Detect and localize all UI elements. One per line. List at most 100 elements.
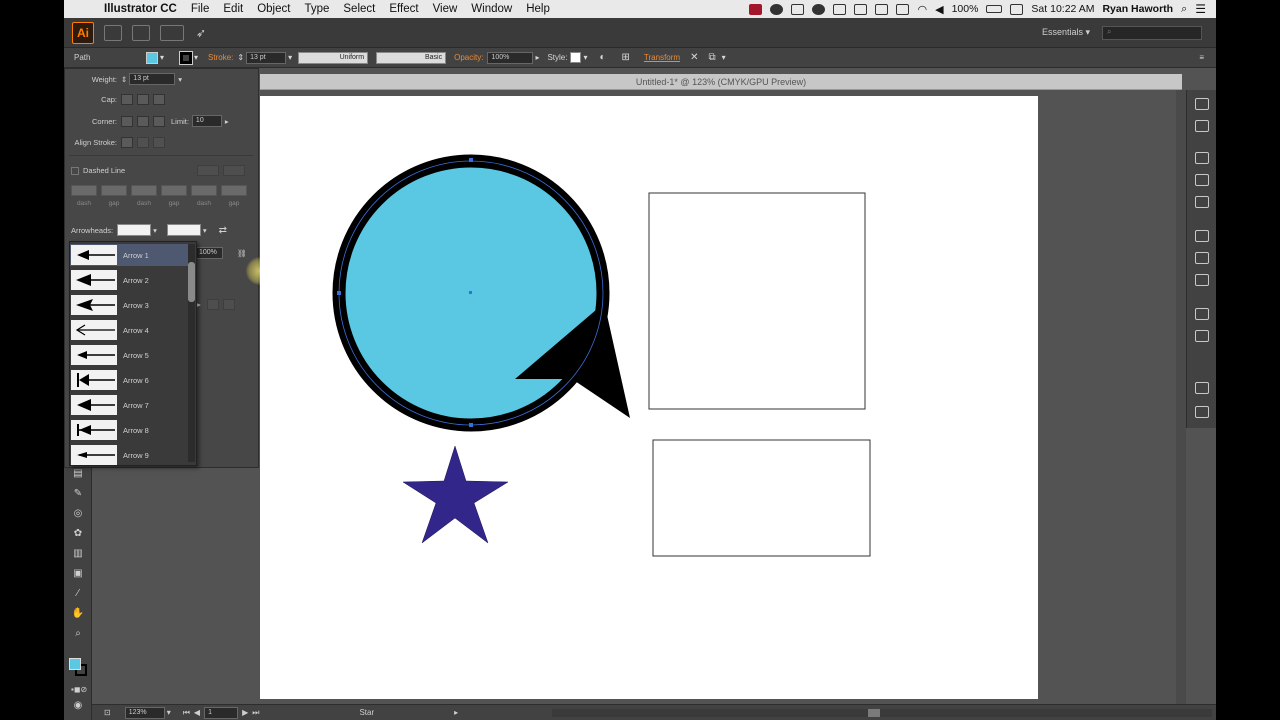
clock[interactable]: Sat 10:22 AM [1031,3,1094,15]
blend-tool-icon[interactable]: ◎ [71,508,85,520]
menu-file[interactable]: File [191,3,210,15]
chevron-right-icon[interactable]: ▸ [454,708,458,717]
eyedropper-tool-icon[interactable]: ✎ [71,488,85,500]
menu-view[interactable]: View [433,3,458,15]
artboards-panel-icon[interactable] [1195,406,1209,418]
chevron-down-icon[interactable]: ▾ [194,53,198,62]
brushes-panel-icon[interactable] [1195,174,1209,186]
gap-field[interactable] [161,185,187,196]
chevron-down-icon[interactable]: ▾ [153,226,157,235]
menu-object[interactable]: Object [257,3,290,15]
panel-menu-icon[interactable]: ▾ [722,53,726,62]
projecting-cap-icon[interactable] [153,94,165,105]
next-artboard-button[interactable]: ▶ [242,708,248,717]
recolor-artwork-icon[interactable]: ◐ [599,52,605,63]
stroke-weight-field[interactable]: 13 pt [246,51,287,64]
layers-panel-icon[interactable] [1195,382,1209,394]
arrowhead-dropdown-list[interactable]: Arrow 1 Arrow 2 Arrow 3 Arrow 4 Arrow 5 … [69,241,197,466]
bridge-button[interactable] [104,24,122,41]
stepper-icon[interactable]: ⇕ [121,75,127,84]
round-cap-icon[interactable] [137,94,149,105]
arrow-option-8[interactable]: Arrow 8 [70,419,188,441]
limit-field[interactable]: 10 [191,115,222,127]
align-center-icon[interactable] [121,137,133,148]
slice-tool-icon[interactable]: ⁄ [71,588,85,600]
first-artboard-button[interactable]: ⏮ [183,708,190,718]
battery-icon[interactable] [986,5,1003,13]
gradient-tool-icon[interactable]: ▤ [71,468,85,480]
align-outside-icon[interactable] [153,137,165,148]
arrow-list-scroll-thumb[interactable] [188,262,195,302]
notification-center-icon[interactable]: ☰ [1195,2,1206,16]
zoom-tool-icon[interactable]: ⌕ [71,628,85,640]
chevron-right-icon[interactable]: ▸ [197,300,201,309]
bevel-join-icon[interactable] [153,115,165,127]
opacity-field[interactable]: 100% [487,51,534,64]
dash-field[interactable] [71,185,97,196]
arrow-option-9[interactable]: Arrow 9 [70,444,188,466]
dashed-line-checkbox[interactable] [71,166,79,175]
menu-effect[interactable]: Effect [389,3,418,15]
menu-help[interactable]: Help [526,3,550,15]
align-icon[interactable]: ⊞ [622,52,630,63]
canvas-area[interactable] [260,90,1182,704]
stroke-panel-icon[interactable] [1195,230,1209,242]
star-shape[interactable] [402,445,509,544]
arrow-list-scrollbar[interactable] [188,244,195,462]
chevron-down-icon[interactable]: ▾ [583,53,587,62]
weight-field[interactable]: 13 pt [129,73,176,85]
dash-align-exact-icon[interactable] [197,165,220,176]
brush-definition[interactable]: Basic [376,51,447,64]
color-modes-icon[interactable]: ▪◼⊘ [71,684,87,696]
chevron-right-icon[interactable]: ▸ [225,117,229,126]
menu-type[interactable]: Type [304,3,329,15]
link-scale-icon[interactable]: ⛓ [237,249,247,258]
horizontal-scroll-thumb[interactable] [868,709,880,717]
chevron-right-icon[interactable]: ▸ [535,53,539,62]
variable-width-profile[interactable]: Uniform [298,51,369,64]
dash-field[interactable] [131,185,157,196]
gap-field[interactable] [101,185,127,196]
column-graph-tool-icon[interactable]: ▥ [71,548,85,560]
menu-select[interactable]: Select [343,3,375,15]
artboard[interactable] [260,96,1038,699]
end-arrowhead-dropdown[interactable] [166,224,201,236]
arrange-documents-button[interactable] [160,24,184,41]
arrow-option-2[interactable]: Arrow 2 [70,269,188,291]
swap-arrowheads-icon[interactable]: ⇄ [219,225,227,236]
stock-button[interactable] [132,24,150,41]
align-inside-icon[interactable] [137,137,149,148]
speech-bubble-shape[interactable] [332,154,630,432]
last-artboard-button[interactable]: ⏭ [252,708,259,718]
color-panel-icon[interactable] [1195,98,1209,110]
fill-stroke-swatches[interactable] [69,658,87,676]
arrow-scale-field[interactable]: 100% [195,247,223,259]
menu-edit[interactable]: Edit [223,3,243,15]
style-swatch[interactable] [570,52,582,63]
chevron-down-icon[interactable]: ▾ [160,53,164,62]
hand-tool-icon[interactable]: ✋ [71,608,85,620]
arrow-option-1[interactable]: Arrow 1 [70,244,188,266]
spotlight-icon[interactable]: ⌕ [1181,3,1187,16]
time-machine-icon[interactable] [896,3,910,15]
transform-link[interactable]: Transform [644,53,680,62]
arrow-option-3[interactable]: Arrow 3 [70,294,188,316]
stroke-label[interactable]: Stroke: [208,53,233,62]
status-app-icon[interactable] [854,3,868,15]
round-join-icon[interactable] [137,115,149,127]
app-menu[interactable]: Illustrator CC [104,3,177,15]
vertical-scrollbar[interactable] [1176,90,1186,704]
butt-cap-icon[interactable] [121,94,133,105]
symbol-sprayer-tool-icon[interactable]: ✿ [71,528,85,540]
menu-window[interactable]: Window [471,3,512,15]
draw-mode-icon[interactable]: ◉ [71,700,85,712]
workspace-switcher[interactable]: Essentials ▾ [1042,27,1090,38]
start-arrowhead-dropdown[interactable] [117,224,152,236]
battery-percent[interactable]: 100% [952,3,979,15]
arrow-option-5[interactable]: Arrow 5 [70,344,188,366]
isolate-icon[interactable]: ✕ [690,52,698,63]
zoom-field[interactable]: 123% [124,706,165,719]
chevron-down-icon[interactable]: ▾ [178,75,182,84]
stroke-swatch[interactable] [179,50,194,65]
arrow-option-7[interactable]: Arrow 7 [70,394,188,416]
